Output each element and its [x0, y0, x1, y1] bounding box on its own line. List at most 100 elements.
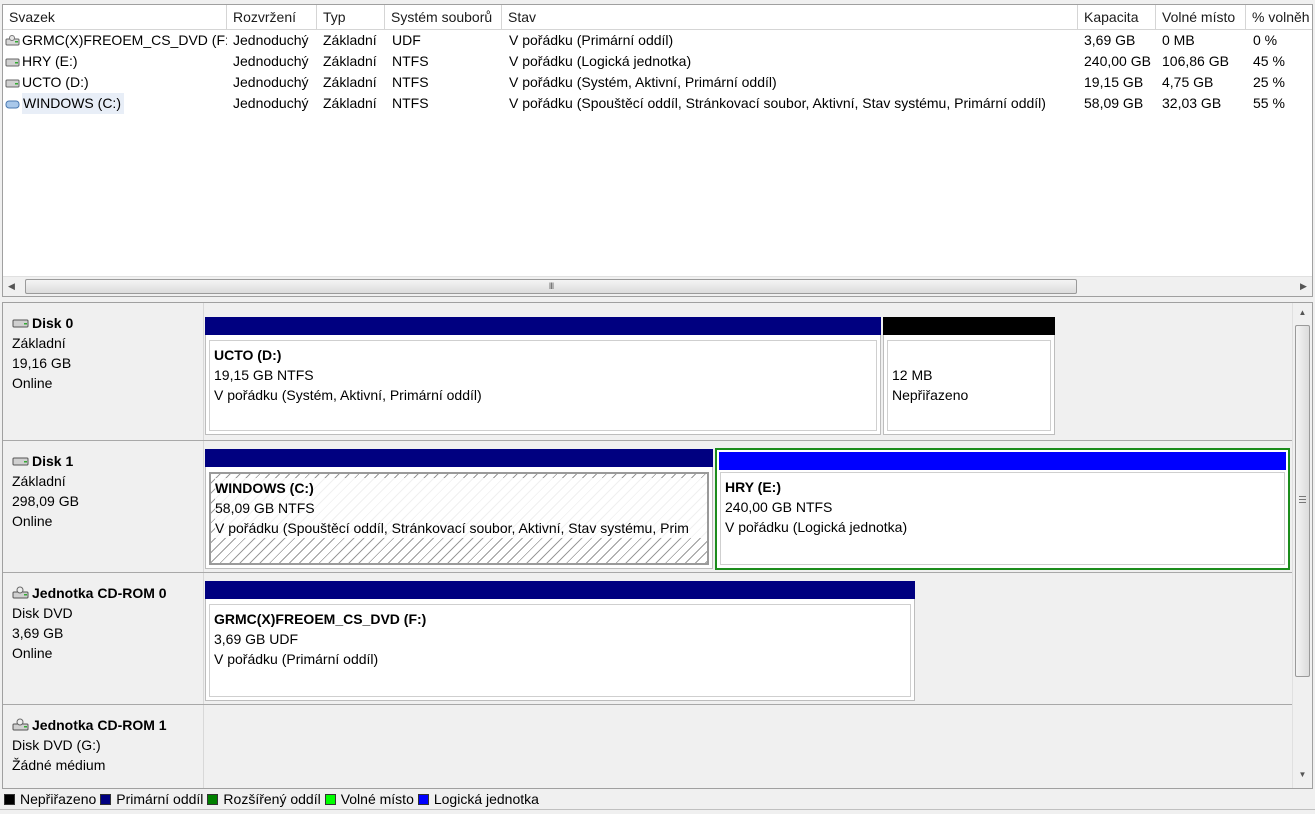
volume-row[interactable]: HRY (E:) Jednoduchý Základní NTFS V pořá…: [3, 51, 1312, 72]
primary-partition-bar: [205, 581, 915, 599]
layout-cell: Jednoduchý: [233, 95, 309, 111]
vertical-scrollbar[interactable]: ▲ ▼: [1292, 303, 1312, 788]
volume-cell: GRMC(X)FREOEM_CS_DVD (F:): [5, 30, 227, 51]
capacity-cell: 240,00 GB: [1084, 53, 1151, 69]
disk-row-cdrom-0: Jednotka CD-ROM 0 Disk DVD 3,69 GB Onlin…: [3, 573, 1293, 705]
legend-item-extended: Rozšířený oddíl: [207, 791, 321, 807]
disk-row-cdrom-1: Jednotka CD-ROM 1 Disk DVD (G:) Žádné mé…: [3, 705, 1293, 788]
partition-name: UCTO (D:): [214, 347, 282, 363]
disk-type: Základní: [12, 473, 66, 489]
disk-type: Disk DVD: [12, 605, 73, 621]
disk-label[interactable]: Disk 0 Základní 19,16 GB Online: [3, 303, 204, 440]
percent-free-cell: 0 %: [1253, 32, 1278, 48]
column-header-type[interactable]: Typ: [317, 5, 385, 29]
partition-size: 19,15 GB NTFS: [214, 367, 314, 383]
disk-size: 19,16 GB: [12, 355, 72, 371]
free-space-cell: 4,75 GB: [1162, 74, 1214, 90]
scroll-grip-icon: [1299, 496, 1306, 504]
hard-disk-icon: [12, 457, 29, 466]
scroll-up-arrow-icon[interactable]: ▲: [1294, 303, 1311, 322]
disk-row-disk-0: Disk 0 Základní 19,16 GB Online UCTO (D:…: [3, 303, 1293, 441]
disk-label[interactable]: Disk 1 Základní 298,09 GB Online: [3, 441, 204, 572]
layout-cell: Jednoduchý: [233, 53, 309, 69]
partition-status: V pořádku (Logická jednotka): [725, 519, 908, 535]
column-header-free-space[interactable]: Volné místo: [1156, 5, 1246, 29]
partition-status: V pořádku (Spouštěcí oddíl, Stránkovací …: [215, 518, 707, 538]
horizontal-scrollbar[interactable]: ◀ III ▶: [3, 276, 1312, 296]
vertical-scroll-thumb[interactable]: [1295, 325, 1310, 677]
partition-ucto-d[interactable]: UCTO (D:) 19,15 GB NTFS V pořádku (Systé…: [205, 317, 881, 435]
legend-label: Primární oddíl: [116, 791, 204, 807]
column-header-status[interactable]: Stav: [502, 5, 1078, 29]
capacity-cell: 19,15 GB: [1084, 74, 1144, 90]
disk-state: Online: [12, 645, 53, 661]
volume-name: WINDOWS (C:): [22, 93, 124, 114]
column-header-percent-free[interactable]: % volněh: [1246, 5, 1312, 29]
disk-graphical-view[interactable]: Disk 0 Základní 19,16 GB Online UCTO (D:…: [2, 302, 1313, 789]
disk-state: Online: [12, 375, 53, 391]
disk-size: 298,09 GB: [12, 493, 79, 509]
layout-cell: Jednoduchý: [233, 74, 309, 90]
type-cell: Základní: [323, 74, 377, 90]
primary-partition-bar: [205, 449, 713, 467]
horizontal-scroll-thumb[interactable]: III: [25, 279, 1077, 294]
partition-status: Nepřiřazeno: [892, 387, 969, 403]
status-cell: V pořádku (Logická jednotka): [509, 53, 692, 69]
type-cell: Základní: [323, 32, 377, 48]
volume-row[interactable]: UCTO (D:) Jednoduchý Základní NTFS V poř…: [3, 72, 1312, 93]
legend-swatch: [324, 793, 336, 805]
volume-list[interactable]: Svazek Rozvržení Typ Systém souborů Stav…: [2, 4, 1313, 297]
capacity-cell: 58,09 GB: [1084, 95, 1144, 111]
partition-details: 12 MB Nepřiřazeno: [887, 340, 1051, 431]
filesystem-cell: UDF: [392, 32, 421, 48]
partition-name: HRY (E:): [725, 479, 781, 495]
free-space-cell: 106,86 GB: [1162, 53, 1229, 69]
column-header-capacity[interactable]: Kapacita: [1078, 5, 1156, 29]
legend-item-free-space: Volné místo: [324, 791, 414, 807]
type-cell: Základní: [323, 95, 377, 111]
legend: Nepřiřazeno Primární oddíl Rozšířený odd…: [4, 789, 543, 809]
cd-drive-icon: [12, 718, 29, 731]
hard-disk-icon: [12, 319, 29, 328]
volume-cell: HRY (E:): [5, 51, 227, 72]
column-header-filesystem[interactable]: Systém souborů: [385, 5, 502, 29]
free-space-cell: 0 MB: [1162, 32, 1195, 48]
legend-label: Logická jednotka: [433, 791, 539, 807]
filesystem-cell: NTFS: [392, 95, 429, 111]
type-cell: Základní: [323, 53, 377, 69]
partition-details: HRY (E:) 240,00 GB NTFS V pořádku (Logic…: [720, 472, 1285, 565]
volume-name: UCTO (D:): [22, 74, 89, 90]
scroll-left-arrow-icon[interactable]: ◀: [3, 277, 20, 296]
volume-name: HRY (E:): [22, 53, 78, 69]
column-headers: Svazek Rozvržení Typ Systém souborů Stav…: [3, 5, 1312, 30]
column-header-layout[interactable]: Rozvržení: [227, 5, 317, 29]
legend-swatch: [207, 793, 219, 805]
legend-item-unallocated: Nepřiřazeno: [4, 791, 96, 807]
partition-windows-c[interactable]: WINDOWS (C:) 58,09 GB NTFS V pořádku (Sp…: [205, 449, 713, 569]
legend-swatch: [417, 793, 429, 805]
legend-swatch: [100, 793, 112, 805]
column-header-volume[interactable]: Svazek: [3, 5, 227, 29]
partition-name: WINDOWS (C:): [215, 478, 707, 498]
percent-free-cell: 45 %: [1253, 53, 1285, 69]
partition-details: UCTO (D:) 19,15 GB NTFS V pořádku (Systé…: [209, 340, 877, 431]
partition-size: 240,00 GB NTFS: [725, 499, 833, 515]
legend-label: Rozšířený oddíl: [223, 791, 321, 807]
scroll-down-arrow-icon[interactable]: ▼: [1294, 765, 1311, 784]
partition-grmc-f[interactable]: GRMC(X)FREOEM_CS_DVD (F:) 3,69 GB UDF V …: [205, 581, 915, 701]
cd-drive-icon: [12, 586, 29, 599]
system-drive-icon: [5, 100, 20, 108]
scroll-right-arrow-icon[interactable]: ▶: [1295, 277, 1312, 296]
volume-row[interactable]: GRMC(X)FREOEM_CS_DVD (F:) Jednoduchý Zák…: [3, 30, 1312, 51]
disk-state: Online: [12, 513, 53, 529]
volume-row-selected[interactable]: WINDOWS (C:) Jednoduchý Základní NTFS V …: [3, 93, 1312, 114]
partition-hry-e[interactable]: HRY (E:) 240,00 GB NTFS V pořádku (Logic…: [715, 448, 1290, 570]
disk-label[interactable]: Jednotka CD-ROM 1 Disk DVD (G:) Žádné mé…: [3, 705, 204, 788]
partition-size: 12 MB: [892, 367, 933, 383]
partition-details: WINDOWS (C:) 58,09 GB NTFS V pořádku (Sp…: [209, 472, 709, 565]
unallocated-bar: [883, 317, 1055, 335]
disk-label[interactable]: Jednotka CD-ROM 0 Disk DVD 3,69 GB Onlin…: [3, 573, 204, 704]
legend-item-primary: Primární oddíl: [100, 791, 203, 807]
partition-unallocated[interactable]: 12 MB Nepřiřazeno: [883, 317, 1055, 435]
disk-type: Základní: [12, 335, 66, 351]
